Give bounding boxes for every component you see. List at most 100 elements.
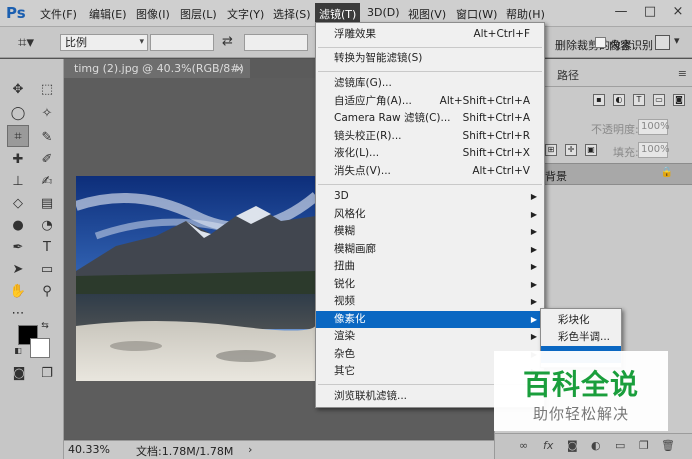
ratio-select[interactable]: 比例 [60,34,148,51]
content-aware-checkbox[interactable] [595,37,606,48]
menu-item-blur[interactable]: 模糊 ▶ [316,223,544,240]
menu-edit[interactable]: 编辑(E) [89,6,127,22]
submenu-item-color-halftone[interactable]: 彩色半调... [541,329,621,346]
menu-item-3d[interactable]: 3D ▶ [316,188,544,205]
type-tool-icon[interactable]: T [36,237,58,259]
menu-item-blur-gallery[interactable]: 模糊画廊 ▶ [316,241,544,258]
maximize-button[interactable]: □ [641,4,659,20]
screen-mode-icon[interactable]: ❐ [36,363,58,385]
menu-view[interactable]: 视图(V) [408,6,446,22]
link-layers-icon[interactable]: ∞ [519,439,528,452]
dodge-tool-icon[interactable]: ◔ [36,215,58,237]
menu-item-sharpen[interactable]: 锐化 ▶ [316,276,544,293]
trash-icon[interactable]: 🗑 [661,439,675,452]
crop-preset-icon[interactable]: ⌗▾ [18,33,34,51]
watermark-title: 百科全说 [522,368,639,401]
menu-item-stylize[interactable]: 风格化 ▶ [316,206,544,223]
add-mask-icon[interactable]: ◙ [567,439,578,452]
fx-icon[interactable]: fx [543,439,553,452]
new-group-icon[interactable]: ▭ [615,439,625,452]
menu-layer[interactable]: 图层(L) [180,6,217,22]
history-brush-tool-icon[interactable]: ✍ [36,171,58,193]
lasso-tool-icon[interactable]: ◯ [7,103,29,125]
more-tools-icon[interactable]: ⋯ [7,303,29,325]
close-icon[interactable]: × [235,59,244,78]
rectangle-tool-icon[interactable]: ▭ [36,259,58,281]
filter-smart-icon[interactable]: ◙ [673,94,685,106]
menu-item-filter-gallery[interactable]: 滤镜库(G)... [316,75,544,92]
adjustment-layer-icon[interactable]: ◐ [591,439,601,452]
menu-item-adaptive-wide-angle[interactable]: 自适应广角(A)... Alt+Shift+Ctrl+A [316,93,544,110]
submenu-arrow-icon: ▶ [530,210,537,219]
blur-tool-icon[interactable]: ● [7,215,29,237]
document-size-info: 文档:1.78M/1.78M [136,445,234,458]
swap-icon[interactable]: ⇄ [222,34,233,49]
photoshop-logo: Ps [6,4,26,22]
minimize-button[interactable]: — [612,4,630,20]
menu-item-convert-smart-filter[interactable]: 转换为智能滤镜(S) [316,50,544,67]
background-color-swatch[interactable] [30,338,50,358]
fill-field[interactable]: 100% [638,142,670,158]
magic-wand-tool-icon[interactable]: ✧ [36,103,58,125]
menu-item-vanishing-point[interactable]: 消失点(V)... Alt+Ctrl+V [316,163,544,180]
lock-all-icon[interactable]: ▣ [585,144,597,156]
lock-position-icon[interactable]: ✛ [565,144,577,156]
opacity-field[interactable]: 100% [638,119,670,135]
menu-item-lens-correction[interactable]: 镜头校正(R)... Shift+Ctrl+R [316,128,544,145]
menu-divider [318,47,542,48]
gradient-tool-icon[interactable]: ▤ [36,193,58,215]
close-window-button[interactable]: × [669,4,687,20]
chevron-down-icon[interactable]: ▾ [674,34,680,47]
submenu-item-facet[interactable]: 彩块化 [541,312,621,329]
menu-divider [318,184,542,185]
menu-help[interactable]: 帮助(H) [506,6,545,22]
panel-menu-icon[interactable]: ≡ [678,67,687,80]
filter-type-icon[interactable]: T [633,94,645,106]
hand-tool-icon[interactable]: ✋ [7,281,29,303]
crop-tool-icon[interactable]: ⌗ [7,125,29,147]
quick-mask-icon[interactable]: ◙ [8,363,30,385]
default-colors-icon[interactable]: ◧ [12,345,24,357]
menu-file[interactable]: 文件(F) [40,6,77,22]
workspace-icon[interactable] [655,35,670,50]
menu-image[interactable]: 图像(I) [136,6,170,22]
fill-label: 填充: [613,146,639,159]
healing-brush-tool-icon[interactable]: ✚ [7,149,29,171]
menu-window[interactable]: 窗口(W) [456,6,497,22]
crop-height-field[interactable] [244,34,308,51]
menu-item-pixelate[interactable]: 像素化 ▶ [316,311,544,328]
menu-3d[interactable]: 3D(D) [367,6,400,19]
pen-tool-icon[interactable]: ✒ [7,237,29,259]
menu-divider [318,71,542,72]
menu-item-camera-raw[interactable]: Camera Raw 滤镜(C)... Shift+Ctrl+A [316,110,544,127]
menu-item-liquify[interactable]: 液化(L)... Shift+Ctrl+X [316,145,544,162]
menu-select[interactable]: 选择(S) [273,6,311,22]
path-selection-tool-icon[interactable]: ➤ [7,259,29,281]
lock-icon: 🔒 [660,167,673,178]
new-layer-icon[interactable]: ❐ [639,439,649,452]
eyedropper-tool-icon[interactable]: ✎ [36,127,58,149]
brush-tool-icon[interactable]: ✐ [36,149,58,171]
clone-stamp-tool-icon[interactable]: ⊥ [7,171,29,193]
filter-adjust-icon[interactable]: ◐ [613,94,625,106]
eraser-tool-icon[interactable]: ◇ [7,193,29,215]
opacity-label: 不透明度: [591,123,639,136]
zoom-tool-icon[interactable]: ⚲ [36,281,58,303]
zoom-level[interactable]: 40.33% [68,443,110,456]
menu-item-render[interactable]: 渲染 ▶ [316,328,544,345]
tab-paths[interactable]: 路径 [557,67,579,83]
move-tool-icon[interactable]: ✥ [7,79,29,101]
filter-pixel-icon[interactable]: ▪ [593,94,605,106]
menu-item-distort[interactable]: 扭曲 ▶ [316,258,544,275]
marquee-tool-icon[interactable]: ⬚ [36,79,58,101]
menu-item-emboss[interactable]: 浮雕效果 Alt+Ctrl+F [316,26,544,43]
lock-pixels-icon[interactable]: ⊞ [545,144,557,156]
document-tab[interactable]: timg (2).jpg @ 40.3%(RGB/8#) * × [64,59,250,94]
filter-shape-icon[interactable]: ▭ [653,94,665,106]
swap-colors-icon[interactable]: ⇆ [38,319,52,333]
chevron-right-icon[interactable]: › [248,443,252,456]
canvas-image[interactable] [76,176,316,381]
crop-width-field[interactable] [150,34,214,51]
menu-item-video[interactable]: 视频 ▶ [316,293,544,310]
menu-type[interactable]: 文字(Y) [227,6,264,22]
